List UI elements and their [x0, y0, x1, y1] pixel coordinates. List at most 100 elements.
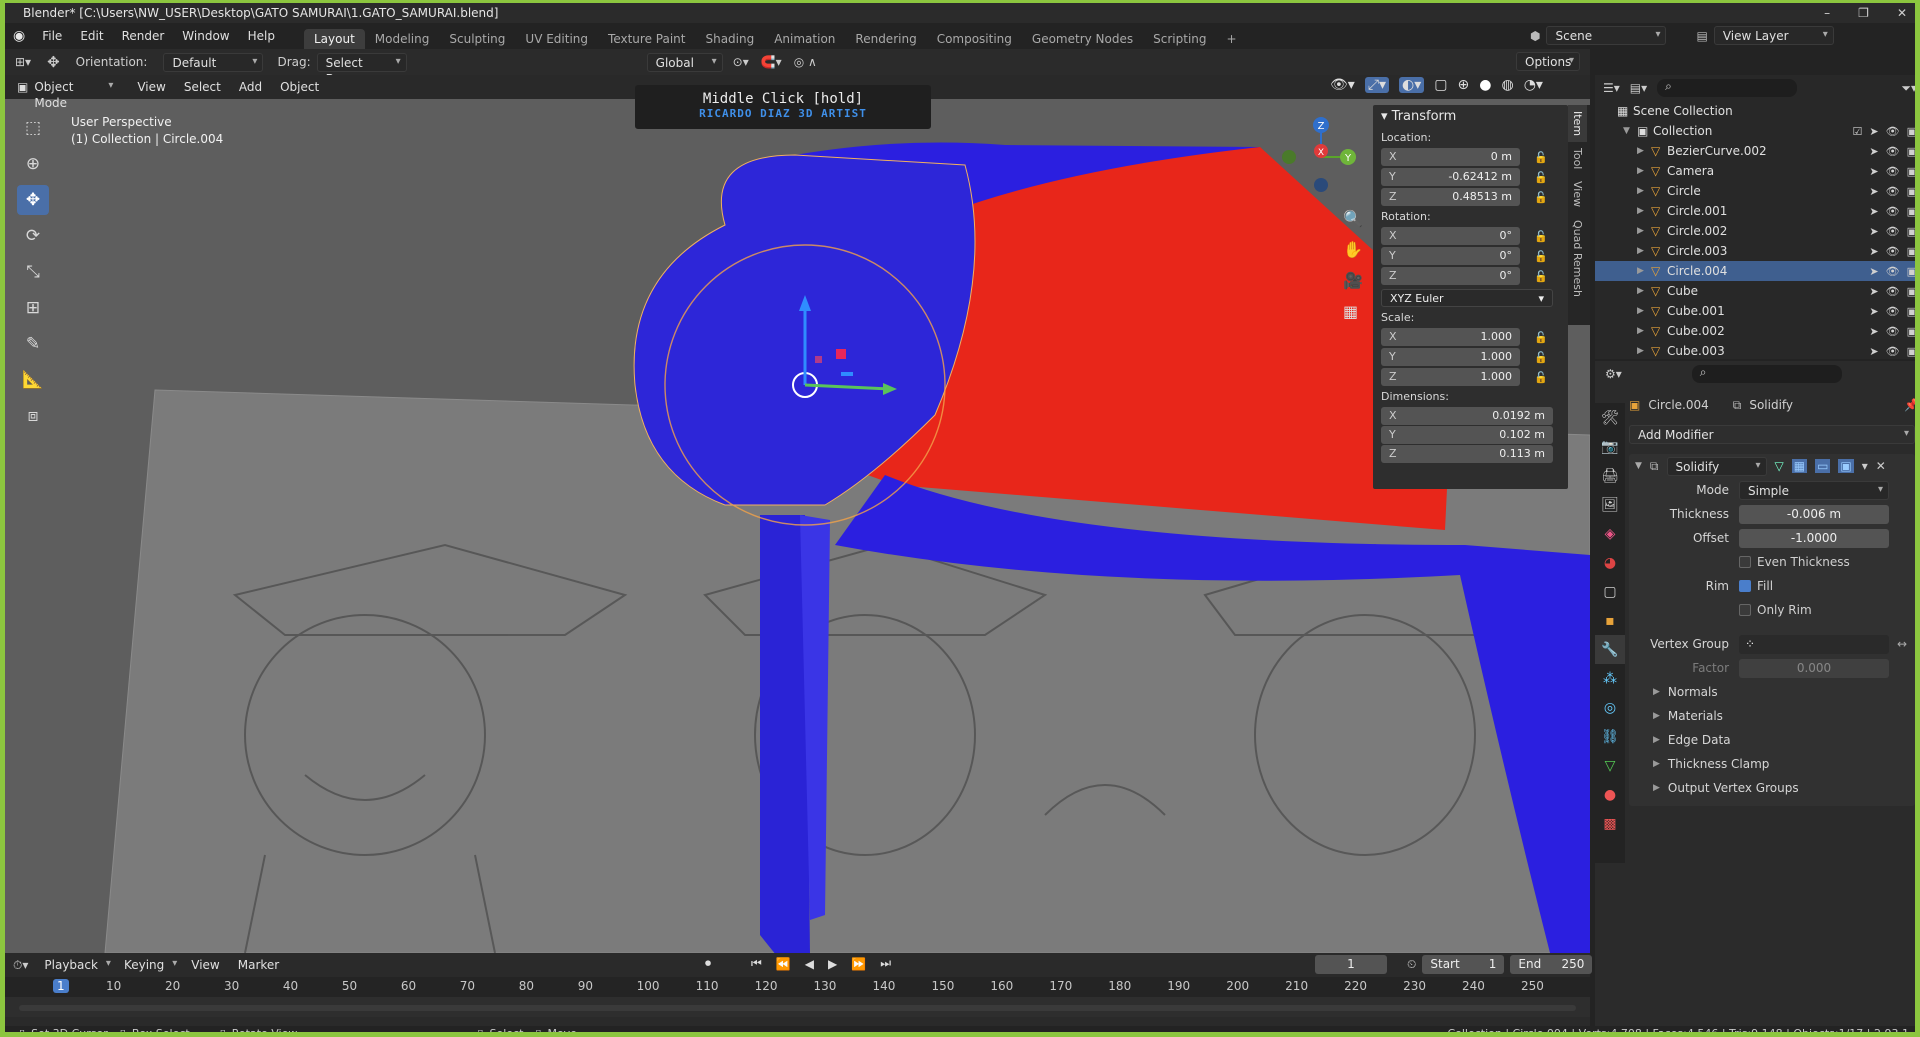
eye-icon[interactable]: 👁: [1886, 145, 1900, 158]
pin-icon[interactable]: 📌: [1904, 398, 1915, 412]
add-workspace-icon[interactable]: +: [1217, 29, 1247, 49]
sidebar-tab-quad-remesh[interactable]: Quad Remesh: [1568, 214, 1587, 303]
chevron-right-icon[interactable]: ▶: [1637, 326, 1651, 336]
rotation-x-field[interactable]: X 0°: [1381, 227, 1520, 245]
drag-dropdown[interactable]: Select Box: [316, 52, 407, 86]
tab-animation[interactable]: Animation: [764, 29, 845, 49]
camera-icon[interactable]: ▣: [1907, 125, 1915, 138]
mode-dropdown[interactable]: Simple: [1739, 480, 1889, 500]
view-layer-tab-icon[interactable]: 🖼: [1595, 490, 1625, 519]
dimension-z-field[interactable]: Z 0.113 m: [1381, 445, 1553, 463]
chevron-right-icon[interactable]: ▶: [1637, 266, 1651, 276]
offset-field[interactable]: -1.0000: [1739, 528, 1889, 548]
modifier-name-input[interactable]: Solidify: [1666, 456, 1767, 476]
outliner-item[interactable]: ▶ ▽ Cube.001 ➤ 👁 ▣: [1595, 301, 1915, 321]
rotate-icon[interactable]: ⟳: [17, 221, 49, 251]
select-arrow-icon[interactable]: ➤: [1869, 305, 1878, 318]
outliner-item[interactable]: ▶ ▽ Circle.003 ➤ 👁 ▣: [1595, 241, 1915, 261]
sidebar-tab-view[interactable]: View: [1568, 175, 1587, 213]
collection-tab-icon[interactable]: ▢: [1595, 577, 1625, 606]
tab-texture-paint[interactable]: Texture Paint: [598, 29, 695, 49]
thickness-field[interactable]: -0.006 m: [1739, 504, 1889, 524]
move-icon[interactable]: ✥: [17, 185, 49, 215]
outliner-item[interactable]: ▶ ▽ Circle.002 ➤ 👁 ▣: [1595, 221, 1915, 241]
outliner-scene-collection[interactable]: ▦ Scene Collection: [1595, 101, 1915, 121]
menu-file[interactable]: File: [33, 29, 71, 43]
tab-compositing[interactable]: Compositing: [927, 29, 1022, 49]
only-rim-checkbox[interactable]: [1739, 604, 1751, 616]
outliner-collection[interactable]: ▼ ▣ Collection ☑ ➤ 👁 ▣: [1595, 121, 1915, 141]
timeline-menu-marker[interactable]: Marker: [229, 958, 288, 972]
material-shading-icon[interactable]: ◍: [1501, 77, 1513, 93]
camera-icon[interactable]: ▣: [1907, 265, 1915, 278]
camera-icon[interactable]: ▣: [1907, 305, 1915, 318]
rotation-mode-dropdown[interactable]: XYZ Euler ▾: [1381, 289, 1553, 307]
render-display-icon[interactable]: ▣: [1838, 459, 1854, 473]
camera-icon[interactable]: ▣: [1907, 185, 1915, 198]
camera-icon[interactable]: ▣: [1907, 205, 1915, 218]
eye-icon[interactable]: 👁: [1886, 325, 1900, 338]
select-box-icon[interactable]: ⬚: [17, 113, 49, 143]
scale-z-field[interactable]: Z 1.000: [1381, 368, 1520, 386]
outliner-search-input[interactable]: ⌕: [1657, 79, 1798, 97]
camera-icon[interactable]: ▣: [1907, 245, 1915, 258]
camera-icon[interactable]: ▣: [1907, 225, 1915, 238]
chevron-right-icon[interactable]: ▶: [1637, 306, 1651, 316]
proportional-edit-icon[interactable]: ◎ ∧: [794, 55, 817, 69]
viewport-menu-view[interactable]: View: [128, 80, 174, 94]
minimize-button[interactable]: –: [1824, 3, 1830, 23]
current-frame-field[interactable]: 1: [1315, 955, 1387, 974]
play-icon[interactable]: ▶: [828, 957, 837, 971]
lock-icon[interactable]: 🔓: [1534, 151, 1548, 164]
select-arrow-icon[interactable]: ➤: [1869, 165, 1878, 178]
options-dropdown[interactable]: Options: [1516, 52, 1580, 71]
outliner-item[interactable]: ▶ ▽ Circle.004 ➤ 👁 ▣: [1595, 261, 1915, 281]
tab-modeling[interactable]: Modeling: [365, 29, 440, 49]
transform-tool-icon[interactable]: ✥: [47, 53, 60, 71]
eye-icon[interactable]: 👁: [1886, 165, 1900, 178]
lock-icon[interactable]: 🔓: [1534, 270, 1548, 283]
checkbox-icon[interactable]: ☑: [1853, 125, 1863, 138]
lock-icon[interactable]: 🔓: [1534, 191, 1548, 204]
location-z-field[interactable]: Z 0.48513 m: [1381, 188, 1520, 206]
annotate-icon[interactable]: ✎: [17, 329, 49, 359]
select-arrow-icon[interactable]: ➤: [1869, 125, 1878, 138]
end-frame-field[interactable]: End 250: [1510, 955, 1593, 974]
tab-uv-editing[interactable]: UV Editing: [515, 29, 598, 49]
zoom-icon[interactable]: 🔍: [1343, 203, 1363, 234]
camera-icon[interactable]: ▣: [1907, 145, 1915, 158]
fill-checkbox[interactable]: [1739, 580, 1751, 592]
cage-icon[interactable]: ▦: [1791, 459, 1808, 473]
object-tab-icon[interactable]: ▪: [1595, 606, 1625, 635]
ortho-grid-icon[interactable]: ▦: [1343, 296, 1363, 327]
eye-icon[interactable]: 👁: [1886, 345, 1900, 358]
record-icon[interactable]: ⏺: [705, 956, 711, 971]
data-tab-icon[interactable]: ▽: [1595, 751, 1625, 780]
location-x-field[interactable]: X 0 m: [1381, 148, 1520, 166]
snap-icon[interactable]: 🧲▾: [761, 55, 782, 69]
camera-icon[interactable]: ▣: [1907, 165, 1915, 178]
even-thickness-checkbox[interactable]: [1739, 556, 1751, 568]
editmode-icon[interactable]: ▽: [1775, 459, 1784, 473]
constraints-tab-icon[interactable]: ⛓: [1595, 722, 1625, 751]
timeline-scrollbar[interactable]: [19, 1005, 1576, 1011]
editor-type-icon[interactable]: ⊞▾: [5, 55, 37, 69]
subpanel-materials[interactable]: ▶ Materials: [1629, 704, 1915, 728]
chevron-down-icon[interactable]: ▾: [1862, 459, 1868, 473]
viewport-menu-add[interactable]: Add: [230, 80, 271, 94]
viewport-display-icon[interactable]: ▭: [1815, 459, 1831, 473]
camera-view-icon[interactable]: 🎥: [1343, 265, 1363, 296]
chevron-right-icon[interactable]: ▶: [1637, 286, 1651, 296]
chevron-right-icon[interactable]: ▶: [1637, 186, 1651, 196]
texture-tab-icon[interactable]: ▩: [1595, 809, 1625, 838]
chevron-right-icon[interactable]: ▶: [1637, 166, 1651, 176]
select-arrow-icon[interactable]: ➤: [1869, 225, 1878, 238]
remove-modifier-icon[interactable]: ✕: [1876, 459, 1886, 473]
select-arrow-icon[interactable]: ➤: [1869, 145, 1878, 158]
rendered-shading-icon[interactable]: ◔▾: [1524, 77, 1543, 93]
camera-icon[interactable]: ▣: [1907, 345, 1915, 358]
filter-icon[interactable]: ⏷▾: [1901, 81, 1915, 96]
outliner-item[interactable]: ▶ ▽ BezierCurve.002 ➤ 👁 ▣: [1595, 141, 1915, 161]
subpanel-edge-data[interactable]: ▶ Edge Data: [1629, 728, 1915, 752]
select-arrow-icon[interactable]: ➤: [1869, 345, 1878, 358]
